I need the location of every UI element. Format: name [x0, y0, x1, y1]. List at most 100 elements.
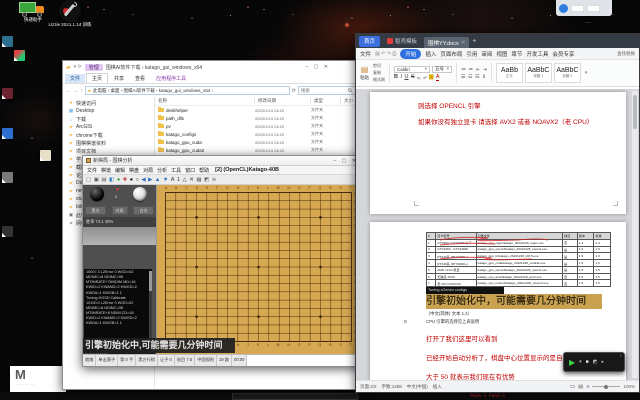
start-icon[interactable]: ●	[117, 177, 120, 183]
menu-tab[interactable]: 插入	[425, 50, 436, 58]
close-tab-icon[interactable]: ✕	[461, 40, 466, 46]
quickaccess-icons[interactable]: ▾ ⟳	[74, 64, 82, 70]
line-spacing-icon[interactable]: ⇕	[482, 74, 486, 80]
go-menu-item[interactable]: 棋盘	[129, 167, 139, 174]
explorer-nav-item[interactable]: ▰ 项目文档	[63, 147, 154, 155]
italic-button[interactable]: I	[400, 74, 402, 80]
open-icon[interactable]: ▣	[94, 177, 99, 183]
go-menu-item[interactable]: 文件	[87, 167, 97, 174]
menu-tab[interactable]: 引用	[466, 50, 477, 58]
ribbon-tab[interactable]: 主页	[86, 73, 109, 83]
font-name-select[interactable]: Calibri ▾	[394, 65, 430, 73]
highlight-button[interactable]: ▆	[429, 74, 433, 80]
menu-tab[interactable]: 视图	[496, 50, 507, 58]
find-replace[interactable]: 查找替换	[617, 51, 635, 57]
file-menu[interactable]: 文件	[360, 50, 371, 58]
desktop-shortcut-icon[interactable]	[2, 88, 13, 99]
collapse-chevron[interactable]: ˄	[620, 353, 622, 358]
zoom-slider[interactable]	[592, 384, 621, 389]
wps-home-button[interactable]: 首页	[359, 35, 381, 47]
add-icon[interactable]: ✚	[123, 177, 128, 183]
doc-tab-active[interactable]: 围棋YY.docx ✕	[424, 37, 470, 48]
back-icon[interactable]: ←	[66, 88, 71, 94]
menu-tab[interactable]: 审阅	[481, 50, 492, 58]
territory-icon[interactable]: ◩	[204, 177, 209, 183]
new-icon[interactable]: ▢	[86, 177, 91, 183]
go-menu-item[interactable]: 棋谱	[101, 167, 111, 174]
desktop-shortcut-icon[interactable]	[14, 50, 25, 61]
style-option[interactable]: AaBbC 标题 2	[553, 63, 581, 83]
go-menu-item[interactable]: 窗口	[185, 167, 195, 174]
grid-icon[interactable]: ▦	[196, 177, 201, 183]
desktop-shortcut-icon[interactable]	[2, 172, 13, 183]
strikethrough-button[interactable]: S	[411, 74, 415, 80]
popup-button[interactable]	[571, 4, 584, 12]
goban-grid[interactable]	[165, 192, 352, 342]
view-print-icon[interactable]: ▤	[578, 384, 583, 390]
numbering-icon[interactable]: ≕	[469, 67, 474, 73]
superscript-button[interactable]: x²	[423, 75, 426, 80]
desktop-icon-go-ai[interactable]: Lizzie 2023.1.14 训练	[48, 0, 92, 27]
file-row[interactable]: katago_configs 2023/1/14 13:43 文件夹	[155, 130, 359, 138]
file-row[interactable]: katago_gpu_cuda 2023/1/14 13:43 文件夹	[155, 138, 359, 146]
label-number-icon[interactable]: 1	[177, 177, 180, 183]
subscript-button[interactable]: x₂	[417, 75, 421, 80]
forward-icon[interactable]: ▶	[148, 177, 152, 183]
font-color-button[interactable]: A	[435, 74, 440, 81]
white-stone-icon[interactable]: ○	[136, 177, 139, 183]
column-headers[interactable]: 名称 修改日期 类型 大小	[155, 97, 359, 106]
style-option[interactable]: AaBb 正文	[495, 63, 523, 83]
popup-button[interactable]	[587, 4, 600, 12]
document-canvas[interactable]: 则选择 OPENCL 引擎 如果你没有独立显卡 请选择 AVX2 或者 NOAV…	[356, 89, 639, 380]
bullets-icon[interactable]: ≔	[461, 67, 466, 73]
triangle-mark-icon[interactable]: △	[183, 177, 187, 183]
analysis-icon[interactable]: ≋	[212, 177, 217, 183]
menu-tab[interactable]: 章节	[511, 50, 522, 58]
manage-contextual-tab[interactable]: 管理	[84, 63, 103, 71]
dropdown-caret[interactable]: ▾	[579, 359, 582, 365]
go-titlebar[interactable]: 新棋局 - 围棋分析 ‒ ▢ ✕	[83, 156, 361, 166]
capture-button[interactable]: ◩	[593, 359, 598, 365]
explorer-nav-item[interactable]: ▰ 围棋棋谱资料	[63, 139, 154, 147]
indent-icon[interactable]: ⇥	[483, 67, 487, 73]
search-box[interactable]	[298, 86, 356, 95]
board-icon[interactable]: ◧	[109, 177, 114, 183]
ribbon-tab[interactable]: 应用程序工具	[151, 74, 191, 83]
go-board[interactable]: ABCDEFGHJKLMNOPQRST ABCDEFGHJKLMNOPQRST …	[156, 185, 363, 354]
desktop-shortcut-icon[interactable]	[40, 150, 51, 161]
breadcrumb[interactable]: ▰ 此电脑 › 桌面 › 围棋AI软件下载 › katago_gui_windo…	[84, 86, 290, 95]
gallery-more-icon[interactable]: ▾	[585, 70, 588, 76]
file-row[interactable]: katago_gpu_cuda2 2023/1/14 13:43 文件夹	[155, 146, 359, 154]
refresh-icon[interactable]: ⟳	[292, 88, 296, 94]
file-row[interactable]: pv 2023/1/14 13:43 文件夹	[155, 122, 359, 130]
align-left-icon[interactable]: ☰	[461, 74, 465, 80]
doc-scrollbar[interactable]	[632, 91, 638, 378]
stop-button[interactable]: ■	[586, 359, 589, 365]
new-tab-button[interactable]: +	[472, 38, 476, 45]
view-read-icon[interactable]: ▭	[570, 384, 575, 390]
menu-tab[interactable]: 会员专享	[552, 50, 574, 58]
window-controls[interactable]: ‒ ▢ ✕	[306, 64, 330, 70]
explorer-nav-item[interactable]: ▦ Desktop	[63, 107, 154, 115]
explorer-titlebar[interactable]: ▰ ▾ ⟳ 管理 围棋AI软件下载 › katago_gui_windows_x…	[63, 61, 359, 73]
search-input[interactable]	[301, 88, 349, 93]
file-row[interactable]: path_dlls 2023/1/14 13:43 文件夹	[155, 114, 359, 122]
down-icon[interactable]: ▼	[163, 177, 168, 183]
language-indicator[interactable]: 中文(中国)	[407, 384, 428, 390]
align-center-icon[interactable]: ☲	[468, 74, 472, 80]
file-row[interactable]: deskhelper 2023/1/14 13:43 文件夹	[155, 106, 359, 114]
paste-group[interactable]: ▤ 粘贴	[360, 65, 369, 81]
ribbon-tab[interactable]: 查看	[130, 74, 150, 83]
up-icon[interactable]: ↑	[80, 88, 83, 94]
up-icon[interactable]: ▲	[155, 177, 160, 183]
view-web-icon[interactable]: ≡	[586, 384, 589, 390]
go-menu-item[interactable]: 帮助	[199, 167, 209, 174]
bold-button[interactable]: B	[394, 74, 398, 80]
desktop-shortcut-icon[interactable]	[2, 36, 13, 47]
explorer-nav-item[interactable]: ★ 快速访问	[63, 99, 154, 107]
desktop-shortcut-icon[interactable]	[2, 128, 13, 139]
quick-icons[interactable]: ▤ ↶ ↷ ⎙	[375, 51, 396, 57]
explorer-nav-item[interactable]: ▰ ArcGIS	[63, 123, 154, 131]
scrollbar-thumb[interactable]	[633, 95, 637, 129]
menu-tab-active[interactable]: 开始	[400, 48, 422, 59]
